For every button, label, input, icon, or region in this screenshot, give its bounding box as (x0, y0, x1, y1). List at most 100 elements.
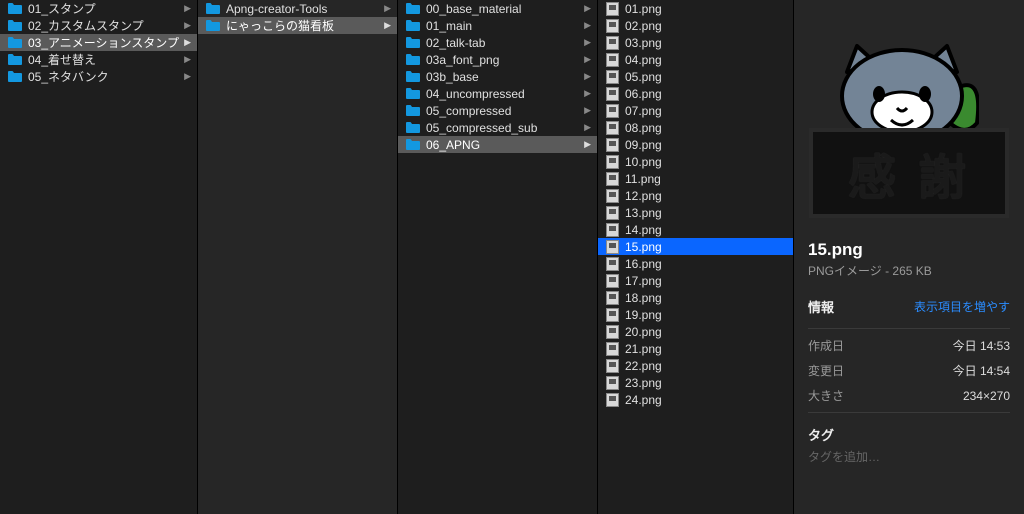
folder-item[interactable]: 02_talk-tab ▶ (398, 34, 597, 51)
file-item[interactable]: 18.png (598, 289, 793, 306)
folder-item[interactable]: 01_スタンプ▶ (0, 0, 197, 17)
file-item[interactable]: 02.png (598, 17, 793, 34)
file-label: 19.png (625, 308, 787, 322)
folder-icon (406, 20, 420, 31)
folder-item[interactable]: 04_着せ替え ▶ (0, 51, 197, 68)
folder-item[interactable]: 05_compressed_sub ▶ (398, 119, 597, 136)
file-item[interactable]: 19.png (598, 306, 793, 323)
chevron-right-icon: ▶ (584, 122, 591, 133)
file-label: 02.png (625, 19, 787, 33)
folder-icon (8, 3, 22, 14)
chevron-right-icon: ▶ (384, 3, 391, 14)
info-value: 234×270 (963, 389, 1010, 403)
folder-icon (206, 20, 220, 31)
divider (808, 412, 1010, 413)
info-more-link[interactable]: 表示項目を増やす (914, 298, 1010, 315)
chevron-right-icon: ▶ (384, 20, 391, 31)
file-item[interactable]: 21.png (598, 340, 793, 357)
file-label: 12.png (625, 189, 787, 203)
folder-item[interactable]: 03b_base▶ (398, 68, 597, 85)
folder-icon (8, 54, 22, 65)
file-item[interactable]: 11.png (598, 170, 793, 187)
folder-label: 05_ネタバンク (28, 68, 180, 85)
file-item[interactable]: 04.png (598, 51, 793, 68)
folder-item[interactable]: 03a_font_png▶ (398, 51, 597, 68)
folder-item[interactable]: 03_アニメーションスタンプ ▶ (0, 34, 197, 51)
file-item[interactable]: 20.png (598, 323, 793, 340)
file-label: 15.png (625, 240, 787, 254)
folder-icon (406, 139, 420, 150)
image-file-icon (606, 189, 619, 203)
folder-item[interactable]: 06_APNG ▶ (398, 136, 597, 153)
chevron-right-icon: ▶ (584, 3, 591, 14)
folder-item[interactable]: にゃっこらの猫看板▶ (198, 17, 397, 34)
sign-char-2: 謝 (918, 138, 970, 208)
file-item[interactable]: 01.png (598, 0, 793, 17)
folder-item[interactable]: Apng-creator-Tools▶ (198, 0, 397, 17)
file-item[interactable]: 09.png (598, 136, 793, 153)
folder-item[interactable]: 05_ネタバンク▶ (0, 68, 197, 85)
column-4: 01.png 02.png03.png04.png05.png 06.png 07.p… (598, 0, 794, 514)
file-item[interactable]: 22.png (598, 357, 793, 374)
folder-item[interactable]: 05_compressed▶ (398, 102, 597, 119)
folder-item[interactable]: 02_カスタムスタンプ▶ (0, 17, 197, 34)
file-item[interactable]: 03.png (598, 34, 793, 51)
folder-label: 02_talk-tab (426, 36, 580, 50)
chevron-right-icon: ▶ (184, 54, 191, 65)
sign-char-1: 感 (848, 138, 900, 208)
folder-label: 03_アニメーションスタンプ (28, 34, 180, 51)
file-item[interactable]: 23.png (598, 374, 793, 391)
image-file-icon (606, 155, 619, 169)
file-item[interactable]: 05.png (598, 68, 793, 85)
info-header: 情報 表示項目を増やす (808, 293, 1010, 320)
chevron-right-icon: ▶ (584, 37, 591, 48)
sign-board: 感 謝 (809, 128, 1009, 218)
chevron-right-icon: ▶ (184, 37, 191, 48)
file-label: 17.png (625, 274, 787, 288)
folder-item[interactable]: 04_uncompressed▶ (398, 85, 597, 102)
file-label: 06.png (625, 87, 787, 101)
folder-icon (406, 88, 420, 99)
file-item[interactable]: 07.png (598, 102, 793, 119)
file-label: 07.png (625, 104, 787, 118)
file-item[interactable]: 13.png (598, 204, 793, 221)
chevron-right-icon: ▶ (184, 3, 191, 14)
file-label: 24.png (625, 393, 787, 407)
image-file-icon (606, 308, 619, 322)
image-file-icon (606, 172, 619, 186)
file-item[interactable]: 14.png (598, 221, 793, 238)
chevron-right-icon: ▶ (584, 88, 591, 99)
folder-label: 05_compressed (426, 104, 580, 118)
file-item[interactable]: 16.png (598, 255, 793, 272)
file-label: 13.png (625, 206, 787, 220)
file-item[interactable]: 15.png (598, 238, 793, 255)
folder-icon (8, 20, 22, 31)
file-item[interactable]: 12.png (598, 187, 793, 204)
folder-item[interactable]: 01_main▶ (398, 17, 597, 34)
image-file-icon (606, 121, 619, 135)
image-file-icon (606, 240, 619, 254)
file-item[interactable]: 06.png (598, 85, 793, 102)
image-file-icon (606, 223, 619, 237)
file-label: 21.png (625, 342, 787, 356)
image-file-icon (606, 274, 619, 288)
folder-label: 04_着せ替え (28, 51, 180, 68)
folder-item[interactable]: 00_base_material▶ (398, 0, 597, 17)
image-file-icon (606, 19, 619, 33)
folder-label: 05_compressed_sub (426, 121, 580, 135)
folder-icon (8, 71, 22, 82)
file-item[interactable]: 24.png (598, 391, 793, 408)
tags-add[interactable]: タグを追加… (808, 448, 1010, 465)
file-item[interactable]: 10.png (598, 153, 793, 170)
info-key: 変更日 (808, 362, 844, 379)
info-key: 作成日 (808, 337, 844, 354)
file-item[interactable]: 17.png (598, 272, 793, 289)
image-file-icon (606, 206, 619, 220)
image-file-icon (606, 87, 619, 101)
image-file-icon (606, 2, 619, 16)
chevron-right-icon: ▶ (584, 139, 591, 150)
chevron-right-icon: ▶ (184, 20, 191, 31)
file-item[interactable]: 08.png (598, 119, 793, 136)
preview-subtitle: PNGイメージ - 265 KB (808, 262, 1010, 279)
folder-label: 06_APNG (426, 138, 580, 152)
